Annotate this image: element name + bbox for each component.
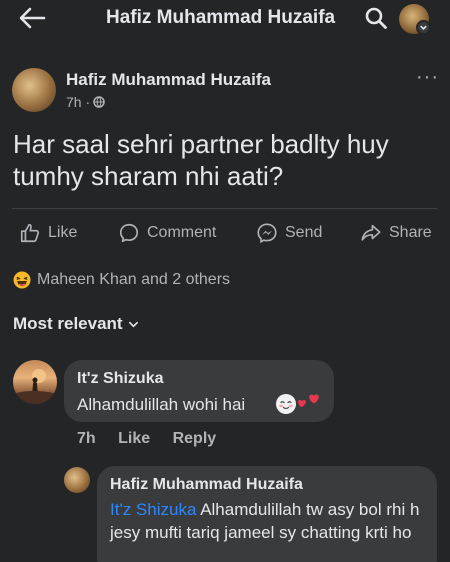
comment-author-avatar[interactable] [13, 360, 57, 404]
comment-meta: 7h Like Reply [77, 430, 234, 448]
share-arrow-icon [361, 224, 381, 241]
page-title: Hafiz Muhammad Huzaifa [106, 7, 336, 28]
comment-label: Comment [147, 224, 217, 241]
comment-text: Alhamdulillah wohi hai [77, 395, 246, 414]
mention-link[interactable]: It'z Shizuka [110, 500, 196, 519]
comment-button[interactable]: Comment [118, 222, 216, 244]
messenger-icon [257, 223, 277, 244]
divider [12, 208, 437, 209]
comment-timestamp: 7h [77, 430, 96, 447]
post-author-avatar[interactable] [12, 68, 56, 112]
thumbs-up-icon [20, 223, 40, 243]
hearts-emoji-icon [298, 394, 319, 407]
share-button[interactable]: Share [360, 222, 432, 244]
sort-label: Most relevant [13, 314, 123, 333]
reply-text: It'z Shizuka Alhamdulillah tw asy bol rh… [110, 498, 430, 544]
send-button[interactable]: Send [256, 222, 322, 244]
blushing-emoji-icon [276, 394, 296, 414]
comment-icon [119, 223, 139, 243]
post-author-name[interactable]: Hafiz Muhammad Huzaifa [66, 70, 271, 90]
globe-icon [93, 96, 105, 108]
like-button[interactable]: Like [19, 222, 77, 244]
search-icon[interactable] [364, 6, 388, 30]
back-arrow-icon[interactable] [18, 6, 46, 30]
post-action-bar: Like Comment Send Share [0, 222, 450, 248]
silhouette-icon [13, 369, 57, 404]
reactions-text: Maheen Khan and 2 others [37, 271, 231, 288]
reactions-summary[interactable]: Maheen Khan and 2 others [13, 271, 230, 289]
comment-sort-dropdown[interactable]: Most relevant [13, 314, 139, 334]
post-timestamp[interactable]: 7h · [66, 94, 90, 110]
reply-author-avatar[interactable] [64, 467, 90, 493]
top-bar: Hafiz Muhammad Huzaifa [0, 0, 450, 40]
like-label: Like [48, 224, 78, 241]
laughing-emoji-icon [13, 271, 31, 289]
chevron-down-icon [128, 321, 138, 327]
account-switch-icon[interactable] [416, 20, 431, 35]
comment-like-button[interactable]: Like [118, 430, 150, 447]
more-options-icon[interactable]: ··· [416, 66, 439, 89]
reply-author-name[interactable]: Hafiz Muhammad Huzaifa [110, 476, 303, 494]
share-label: Share [389, 224, 432, 241]
comment-author-name[interactable]: It'z Shizuka [77, 370, 163, 388]
send-label: Send [285, 224, 323, 241]
post-meta: 7h · [66, 94, 105, 110]
comment-reply-button[interactable]: Reply [173, 430, 217, 447]
post-text: Har saal sehri partner badlty huy tumhy … [13, 129, 389, 191]
